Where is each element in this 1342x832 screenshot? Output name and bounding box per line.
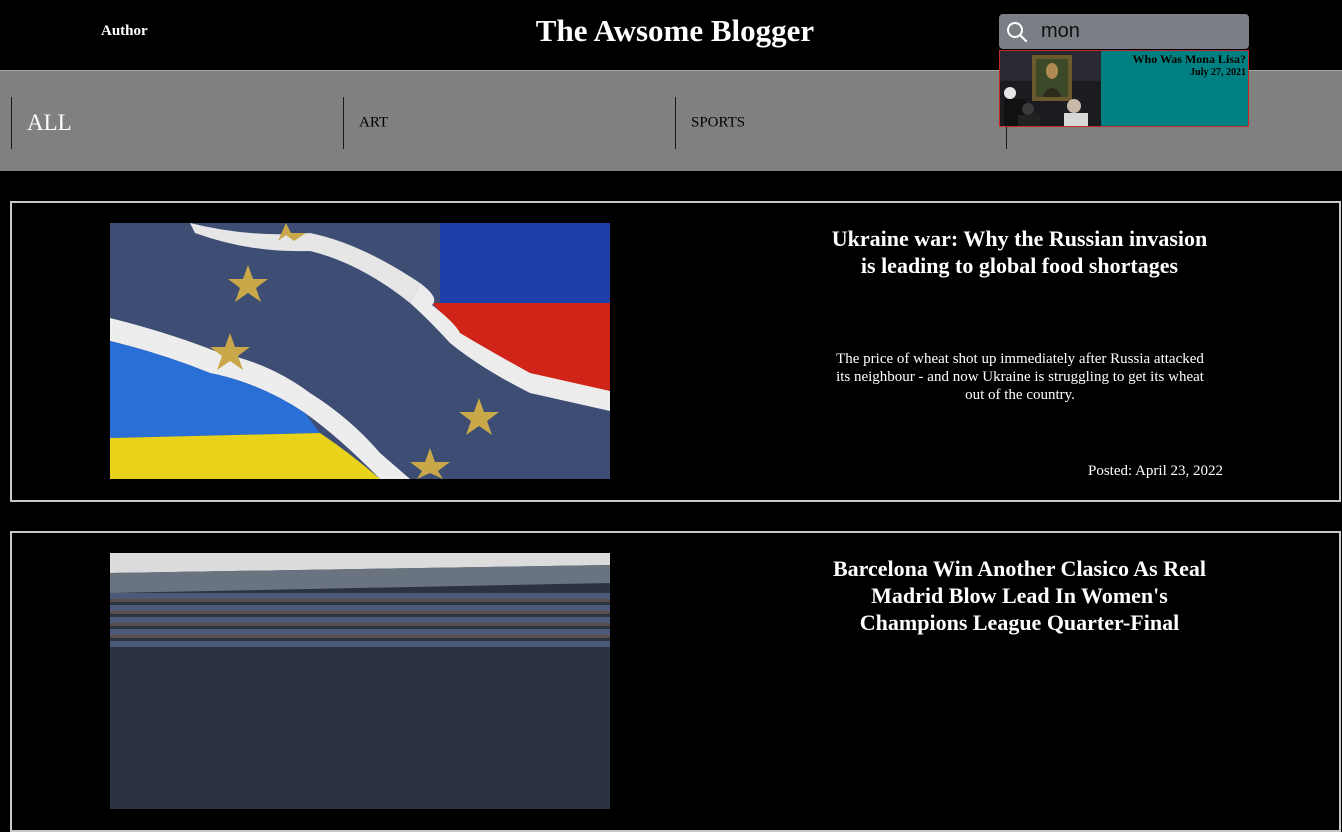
nav-item-label: SPORTS — [691, 114, 746, 131]
search-result-item[interactable]: Who Was Mona Lisa? July 27, 2021 — [999, 50, 1249, 127]
search-icon[interactable] — [1006, 21, 1028, 43]
nav-item-all[interactable]: ALL — [11, 97, 343, 149]
nav-item-label: ART — [359, 114, 389, 131]
post-card: Barcelona Win Another Clasico As Real Ma… — [10, 531, 1341, 832]
result-title[interactable]: Who Was Mona Lisa? — [1133, 52, 1246, 67]
post-image[interactable] — [110, 223, 610, 479]
post-image[interactable] — [110, 553, 610, 809]
post-excerpt: The price of wheat shot up immediately a… — [836, 351, 1204, 403]
post-title[interactable]: Ukraine war: Why the Russian invasion is… — [822, 225, 1217, 279]
nav-item-sports[interactable]: SPORTS — [675, 97, 1007, 149]
result-thumbnail — [1000, 51, 1101, 126]
post-card: Ukraine war: Why the Russian invasion is… — [10, 201, 1341, 502]
post-title[interactable]: Barcelona Win Another Clasico As Real Ma… — [822, 555, 1217, 636]
search-box[interactable] — [999, 14, 1249, 49]
search-input[interactable] — [1041, 17, 1241, 45]
nav-item-label: ALL — [27, 110, 72, 135]
result-date: July 27, 2021 — [1190, 67, 1246, 78]
post-date: Posted: April 23, 2022 — [1087, 463, 1223, 479]
nav-item-art[interactable]: ART — [343, 97, 675, 149]
